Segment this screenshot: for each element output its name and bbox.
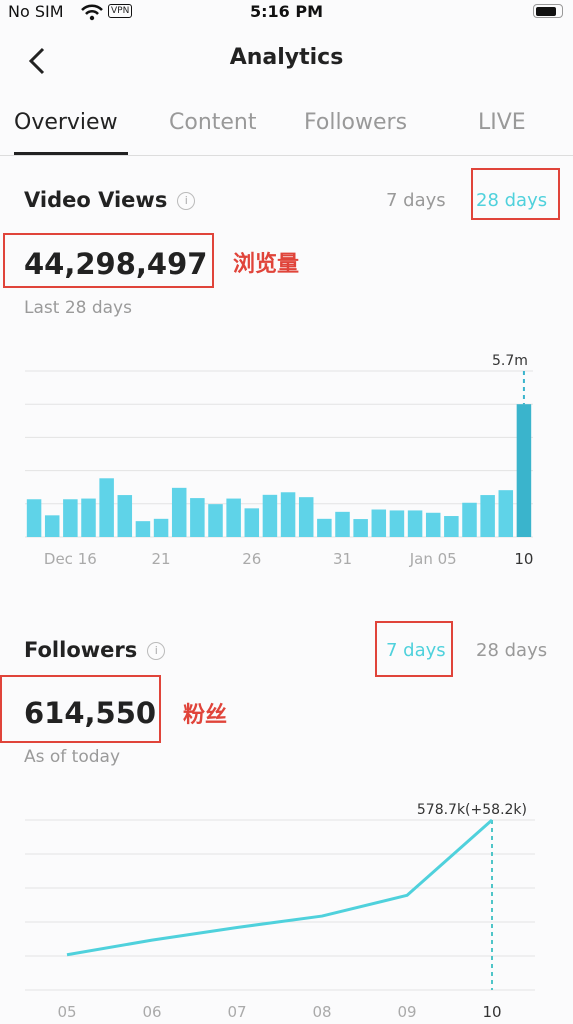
video-views-chart: 5.7m Dec 16 21 26 31 Jan 05 10 (25, 353, 533, 568)
bar (425, 512, 441, 537)
highlight-label: 5.7m (492, 353, 528, 369)
bar (44, 515, 60, 537)
bar (280, 492, 296, 537)
followers-title: Followers i (24, 638, 166, 662)
x-tick-label: 21 (152, 550, 171, 568)
bar (26, 499, 42, 537)
bar (317, 518, 332, 537)
range-28-days[interactable]: 28 days (476, 640, 547, 661)
bar (462, 502, 477, 537)
tab-divider (0, 155, 573, 156)
bar (498, 490, 514, 537)
bar (298, 497, 314, 537)
bar (244, 508, 260, 537)
bar (81, 498, 96, 537)
bar (135, 521, 151, 537)
followers-line (66, 818, 493, 957)
highlight-box (0, 675, 161, 743)
highlight-label: 578.7k(+58.2k) (417, 802, 527, 818)
bar (226, 498, 241, 537)
x-tick-label: 10 (514, 550, 533, 568)
info-icon[interactable]: i (177, 192, 196, 210)
followers-chart: 578.7k(+58.2k) 05 06 07 08 09 10 (25, 802, 535, 1021)
highlight-box (471, 168, 560, 220)
highlight-box (3, 233, 214, 288)
bar (153, 518, 169, 537)
x-tick-label: 07 (227, 1003, 246, 1021)
highlight-box (375, 621, 453, 677)
x-tick-label: Dec 16 (44, 550, 97, 568)
tab-live[interactable]: LIVE (478, 110, 526, 135)
bar (171, 487, 187, 537)
x-tick-label: 08 (312, 1003, 331, 1021)
info-icon[interactable]: i (147, 642, 166, 660)
battery-icon (533, 4, 563, 18)
annotation-followers: 粉丝 (183, 703, 228, 728)
x-tick-label: 05 (57, 1003, 76, 1021)
clock: 5:16 PM (249, 2, 323, 21)
bar (353, 519, 368, 537)
video-views-title: Video Views i (24, 188, 196, 212)
x-tick-label: Jan 05 (409, 550, 457, 568)
bar (444, 516, 459, 537)
x-tick-label: 06 (142, 1003, 161, 1021)
x-tick-label: 31 (333, 550, 352, 568)
tab-content[interactable]: Content (169, 110, 257, 135)
tab-overview[interactable]: Overview (14, 110, 118, 135)
bar (516, 404, 532, 537)
x-tick-label: 10 (482, 1003, 501, 1021)
bar (208, 504, 223, 537)
bar (407, 510, 423, 537)
page-title: Analytics (229, 45, 344, 70)
bar (480, 495, 495, 537)
range-7-days[interactable]: 7 days (386, 190, 446, 211)
bar (335, 511, 350, 537)
bar (63, 499, 78, 537)
bar (117, 495, 133, 537)
bar (371, 509, 387, 537)
tab-followers[interactable]: Followers (304, 110, 407, 135)
x-tick-label: 26 (242, 550, 261, 568)
x-tick-label: 09 (397, 1003, 416, 1021)
bar (389, 510, 405, 537)
tab-active-indicator (14, 152, 128, 155)
followers-subtitle: As of today (24, 747, 121, 767)
annotation-views: 浏览量 (233, 252, 300, 277)
bar (99, 478, 114, 537)
video-views-subtitle: Last 28 days (24, 298, 132, 318)
bar (262, 494, 278, 537)
bar (190, 498, 205, 537)
